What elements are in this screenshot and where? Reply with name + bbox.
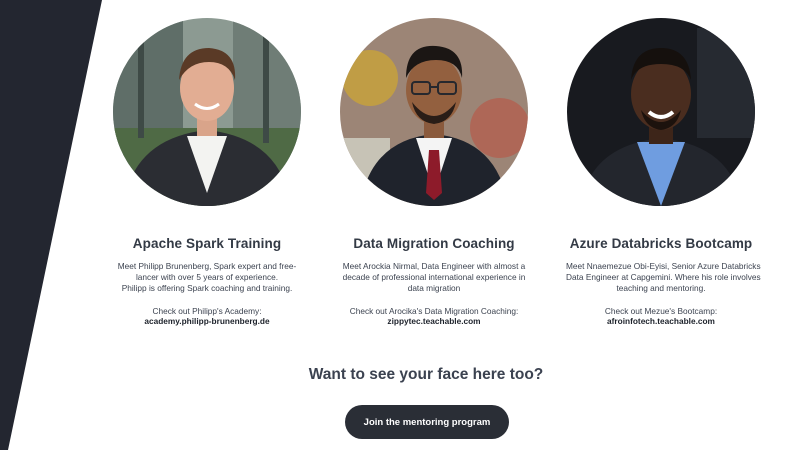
coaching-link[interactable]: zippytec.teachable.com — [387, 316, 480, 327]
card-cta-text: Check out Mezue's Bootcamp: — [604, 306, 718, 316]
avatar-philipp — [113, 18, 301, 206]
mentor-card-spark: Apache Spark Training Meet Philipp Brune… — [98, 18, 316, 327]
bootcamp-link[interactable]: afroinfotech.teachable.com — [607, 316, 715, 327]
avatar-nnaemezue — [567, 18, 755, 206]
academy-link[interactable]: academy.philipp-brunenberg.de — [144, 316, 269, 327]
card-description: Meet Philipp Brunenberg, Spark expert an… — [117, 261, 297, 293]
mentor-card-databricks: Azure Databricks Bootcamp Meet Nnaemezue… — [552, 18, 770, 327]
mentors-page: Apache Spark Training Meet Philipp Brune… — [0, 0, 800, 450]
mentor-card-migration: Data Migration Coaching Meet Arockia Nir… — [325, 18, 543, 327]
card-title: Data Migration Coaching — [353, 236, 515, 251]
avatar-arockia — [340, 18, 528, 206]
card-description: Meet Nnaemezue Obi-Eyisi, Senior Azure D… — [566, 261, 761, 293]
card-title: Azure Databricks Bootcamp — [569, 236, 753, 251]
cta-heading: Want to see your face here too? — [308, 366, 544, 383]
card-cta-text: Check out Arocika's Data Migration Coach… — [349, 306, 519, 316]
card-cta-text: Check out Philipp's Academy: — [152, 306, 262, 316]
mentor-cards: Apache Spark Training Meet Philipp Brune… — [98, 18, 770, 327]
join-mentoring-button[interactable]: Join the mentoring program — [345, 405, 509, 439]
card-description: Meet Arockia Nirmal, Data Engineer with … — [342, 261, 526, 293]
card-title: Apache Spark Training — [132, 236, 282, 251]
